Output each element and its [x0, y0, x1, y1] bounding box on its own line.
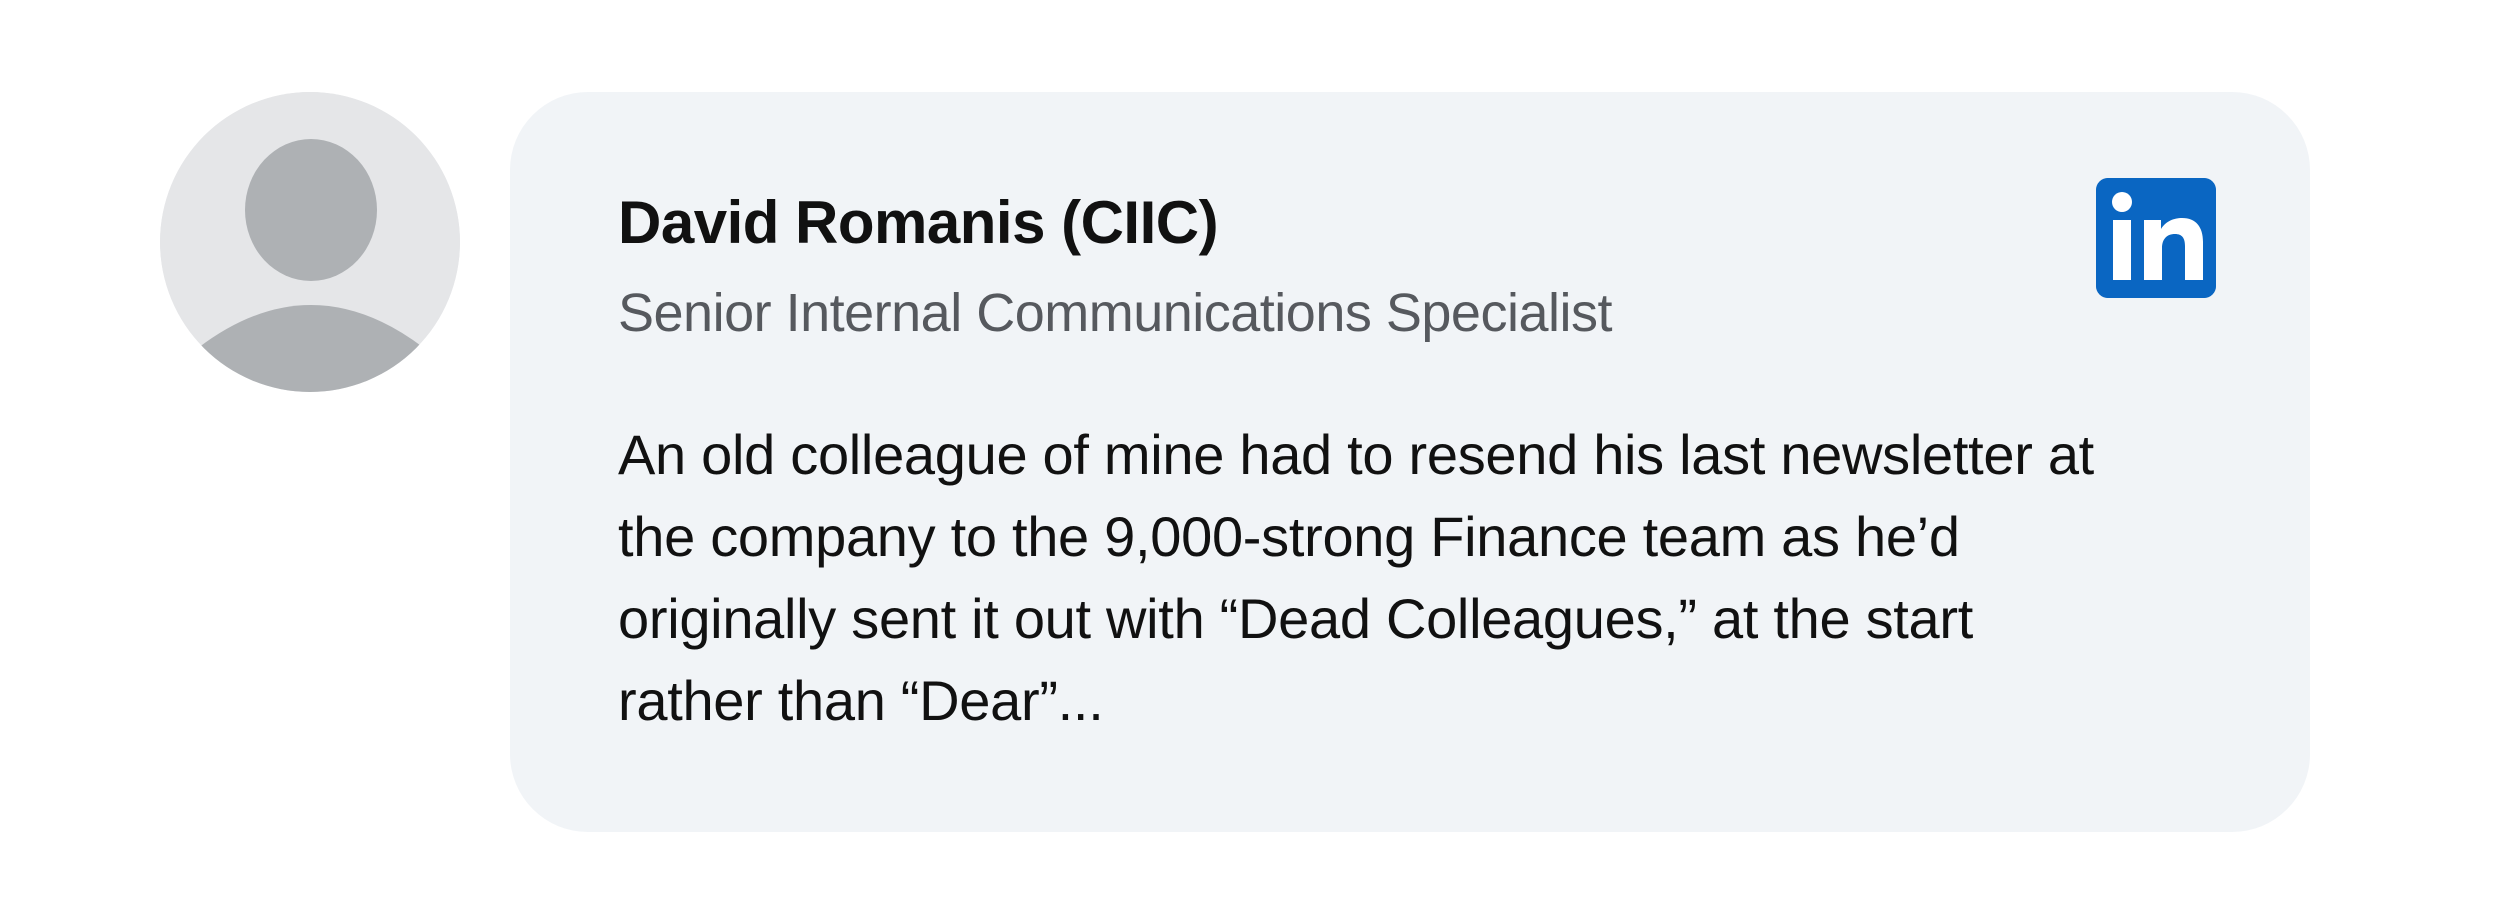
post-text: An old colleague of mine had to resend h…	[618, 414, 2238, 742]
post-text-line: rather than “Dear”...	[618, 669, 1104, 732]
default-user-avatar-icon	[160, 92, 460, 392]
post-text-line: originally sent it out with “Dead Collea…	[618, 587, 1973, 650]
post-text-line: An old colleague of mine had to resend h…	[618, 423, 2094, 486]
post-card: David Romanis (CIIC) Senior Internal Com…	[510, 92, 2310, 832]
post-text-line: the company to the 9,000-strong Finance …	[618, 505, 1960, 568]
author-name[interactable]: David Romanis (CIIC)	[618, 188, 1219, 257]
avatar[interactable]	[160, 92, 460, 392]
linkedin-logo-icon	[2096, 178, 2216, 298]
author-title: Senior Internal Communications Specialis…	[618, 283, 1612, 343]
